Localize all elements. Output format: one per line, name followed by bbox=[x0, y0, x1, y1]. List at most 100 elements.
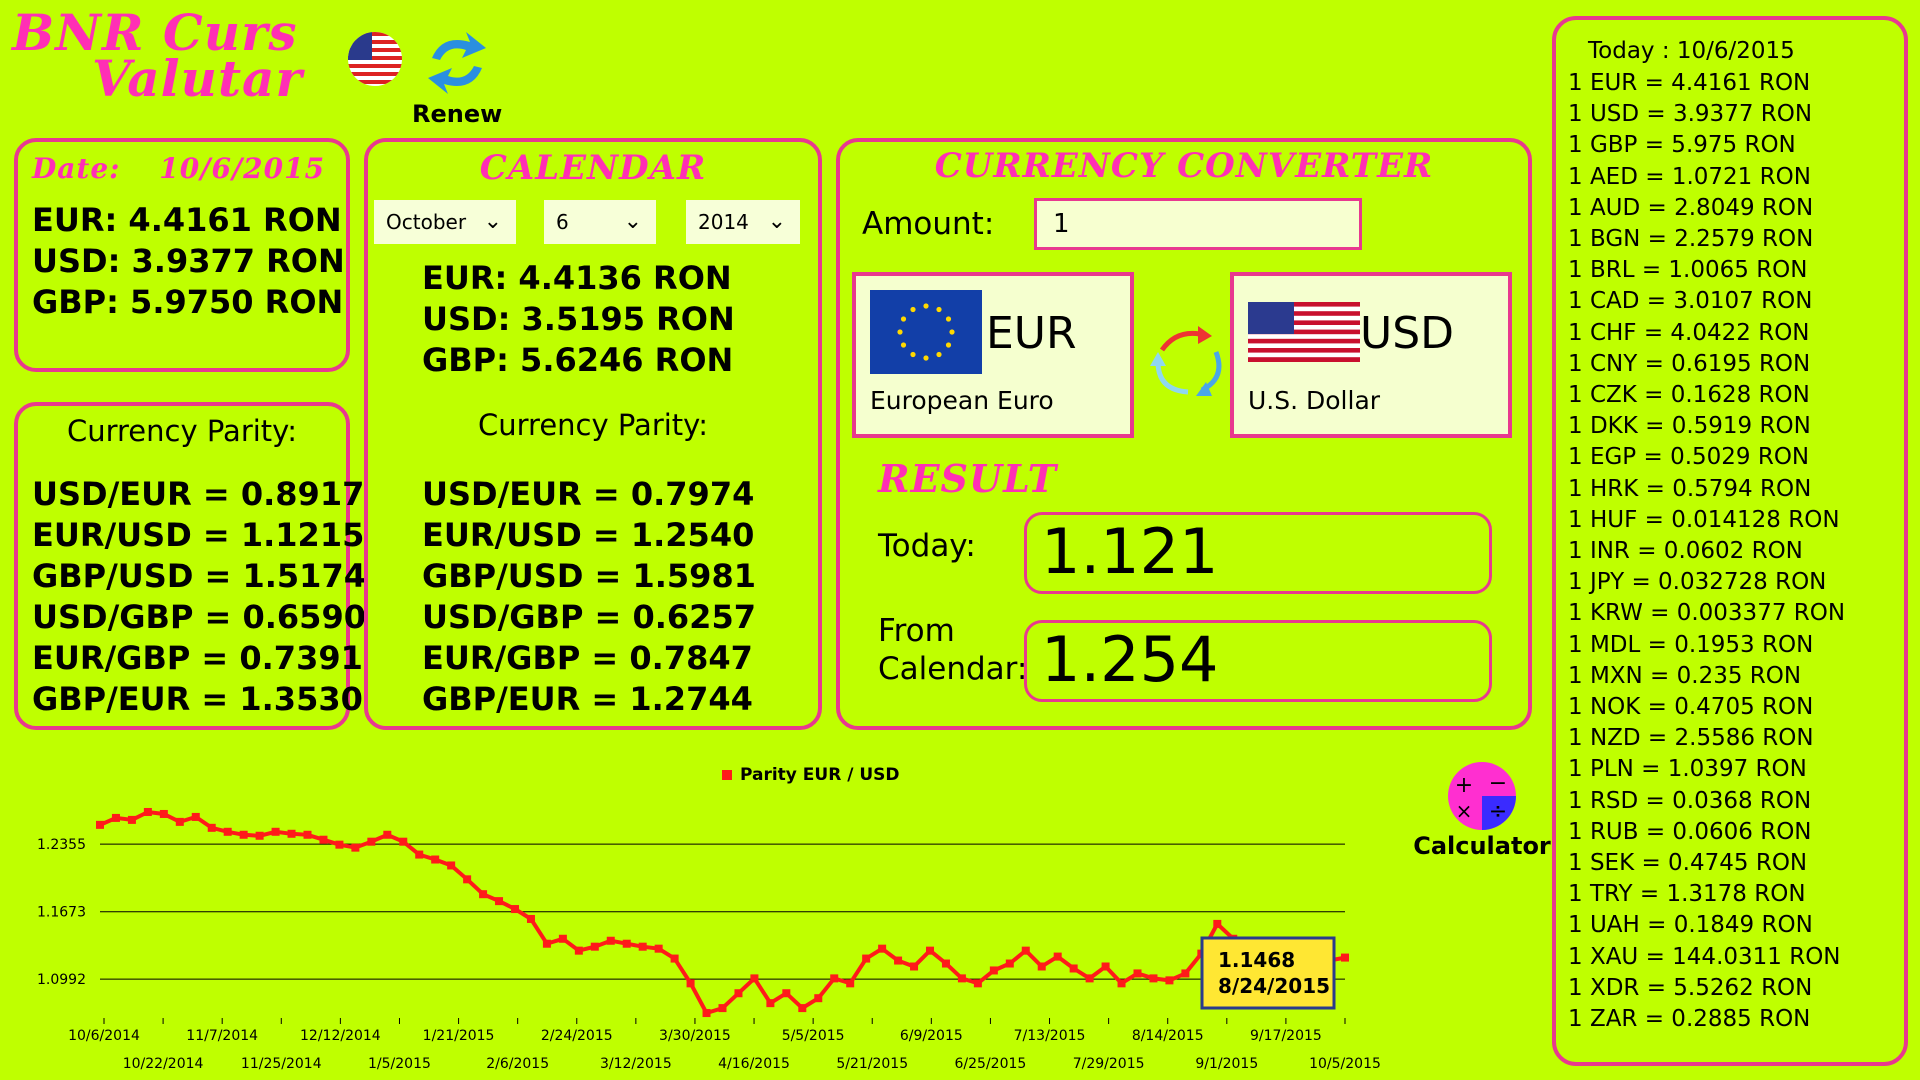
data-point bbox=[638, 942, 647, 951]
data-point bbox=[1037, 962, 1046, 971]
swap-currencies-button[interactable] bbox=[1146, 318, 1230, 402]
rate-list-item: 1 GBP = 5.975 RON bbox=[1568, 132, 1796, 159]
to-currency-selector[interactable]: USD U.S. Dollar bbox=[1230, 272, 1512, 438]
tooltip-date: 8/24/2015 bbox=[1218, 974, 1330, 998]
calendar-title: CALENDAR bbox=[479, 148, 707, 188]
data-point bbox=[271, 827, 280, 836]
data-point bbox=[431, 855, 440, 864]
data-point bbox=[1085, 974, 1094, 983]
app-title-line-2: Valutar bbox=[92, 49, 303, 108]
parity-line: GBP/EUR = 1.2744 bbox=[422, 680, 753, 718]
data-point bbox=[973, 979, 982, 988]
calendar-parity-list: USD/EUR = 0.7974 EUR/USD = 1.2540 GBP/US… bbox=[422, 474, 756, 720]
month-select[interactable]: October ⌄ bbox=[374, 200, 516, 244]
data-point bbox=[862, 954, 871, 963]
today-result-value: 1.121 bbox=[1041, 515, 1219, 588]
rate-list-item: 1 PLN = 1.0397 RON bbox=[1568, 756, 1807, 783]
data-point bbox=[447, 861, 456, 870]
data-point bbox=[303, 830, 312, 839]
data-point bbox=[702, 1009, 711, 1018]
svg-text:+: + bbox=[1455, 773, 1473, 798]
data-point bbox=[574, 946, 583, 955]
calendar-rate-eur: EUR: 4.4136 RON bbox=[422, 259, 732, 297]
rate-list-item: 1 KRW = 0.003377 RON bbox=[1568, 600, 1846, 627]
y-tick-label: 1.1673 bbox=[37, 905, 86, 921]
data-point bbox=[191, 812, 200, 821]
data-point bbox=[814, 994, 823, 1003]
app-title: BNR Curs Valutar bbox=[12, 8, 303, 108]
data-point bbox=[1069, 964, 1078, 973]
chart-tooltip: 1.1468 8/24/2015 bbox=[1200, 936, 1336, 1010]
data-point bbox=[686, 979, 695, 988]
rate-list-item: 1 CAD = 3.0107 RON bbox=[1568, 288, 1813, 315]
renew-label: Renew bbox=[412, 100, 503, 128]
data-point bbox=[750, 974, 759, 983]
data-point bbox=[255, 831, 264, 840]
data-point bbox=[367, 837, 376, 846]
data-point bbox=[766, 999, 775, 1008]
x-tick-label: 6/25/2015 bbox=[955, 1056, 1027, 1070]
data-point bbox=[1005, 959, 1014, 968]
parity-line: EUR/USD = 1.1215 bbox=[32, 516, 365, 554]
svg-text:−: − bbox=[1489, 771, 1507, 796]
chevron-down-icon: ⌄ bbox=[623, 209, 642, 234]
rates-list: 1 EUR = 4.4161 RON 1 USD = 3.9377 RON 1 GB… bbox=[1568, 68, 1845, 1035]
chart-legend: Parity EUR / USD bbox=[740, 765, 900, 785]
refresh-icon bbox=[428, 32, 486, 94]
calendar-parity-title: Currency Parity: bbox=[478, 408, 709, 442]
rate-list-item: 1 XAU = 144.0311 RON bbox=[1568, 943, 1841, 970]
svg-text:÷: ÷ bbox=[1489, 799, 1507, 824]
today-rate-gbp: GBP: 5.9750 RON bbox=[32, 283, 344, 321]
converter-title: CURRENCY CONVERTER bbox=[934, 146, 1434, 186]
from-currency-selector[interactable]: EUR European Euro bbox=[852, 272, 1134, 438]
parity-line: EUR/GBP = 0.7391 bbox=[32, 639, 363, 677]
x-tick-label: 1/5/2015 bbox=[368, 1056, 431, 1070]
data-point bbox=[207, 823, 216, 832]
data-point bbox=[957, 974, 966, 983]
rate-list-item: 1 HRK = 0.5794 RON bbox=[1568, 475, 1812, 502]
from-currency-name: European Euro bbox=[870, 386, 1054, 415]
tooltip-value: 1.1468 bbox=[1218, 948, 1295, 972]
day-select[interactable]: 6 ⌄ bbox=[544, 200, 656, 244]
today-parity-list: USD/EUR = 0.8917 EUR/USD = 1.1215 GBP/US… bbox=[32, 474, 366, 720]
renew-button[interactable]: Renew bbox=[408, 28, 502, 132]
year-select[interactable]: 2014 ⌄ bbox=[686, 200, 800, 244]
parity-chart: Parity EUR / USD 1.2355 1.1673 1.0992 10/6… bbox=[37, 765, 1381, 1070]
rate-list-item: 1 JPY = 0.032728 RON bbox=[1568, 569, 1827, 596]
data-point bbox=[319, 835, 328, 844]
rate-list-item: 1 CNY = 0.6195 RON bbox=[1568, 350, 1811, 377]
parity-line: EUR/GBP = 0.7847 bbox=[422, 639, 753, 677]
data-point bbox=[1053, 952, 1062, 961]
parity-line: GBP/USD = 1.5174 bbox=[32, 557, 366, 595]
calculator-icon: + − × ÷ bbox=[1448, 762, 1516, 830]
data-point bbox=[495, 897, 504, 906]
today-rates: EUR: 4.4161 RON USD: 3.9377 RON GBP: 5.9… bbox=[32, 200, 345, 323]
amount-input[interactable]: 1 bbox=[1034, 198, 1362, 250]
data-point bbox=[830, 974, 839, 983]
y-tick-label: 1.0992 bbox=[37, 972, 86, 988]
data-point bbox=[782, 989, 791, 998]
x-tick-label: 2/6/2015 bbox=[486, 1056, 549, 1070]
x-tick-label: 12/12/2014 bbox=[300, 1028, 381, 1044]
chevron-down-icon: ⌄ bbox=[767, 209, 786, 234]
calendar-rate-gbp: GBP: 5.6246 RON bbox=[422, 341, 734, 379]
today-rate-usd: USD: 3.9377 RON bbox=[32, 242, 345, 280]
swap-icon bbox=[1150, 326, 1222, 396]
x-tick-label: 10/5/2015 bbox=[1309, 1056, 1381, 1070]
data-point bbox=[1213, 919, 1222, 928]
x-tick-label: 9/1/2015 bbox=[1195, 1056, 1258, 1070]
svg-text:×: × bbox=[1456, 799, 1473, 823]
date-heading: Date: 10/6/2015 bbox=[32, 152, 325, 185]
calculator-button[interactable]: + − × ÷ Calculator bbox=[1412, 760, 1552, 864]
rate-list-item: 1 NZD = 2.5586 RON bbox=[1568, 725, 1814, 752]
rate-list-item: 1 RUB = 0.0606 RON bbox=[1568, 818, 1812, 845]
to-currency-name: U.S. Dollar bbox=[1248, 386, 1381, 415]
data-point bbox=[479, 890, 488, 899]
x-tick-label: 5/21/2015 bbox=[836, 1056, 908, 1070]
us-flag-language-icon[interactable] bbox=[348, 32, 402, 86]
rate-list-item: 1 DKK = 0.5919 RON bbox=[1568, 413, 1811, 440]
day-value: 6 bbox=[556, 210, 569, 234]
data-point bbox=[335, 840, 344, 849]
today-rate-eur: EUR: 4.4161 RON bbox=[32, 201, 342, 239]
rates-list-header: Today : 10/6/2015 bbox=[1588, 38, 1795, 64]
